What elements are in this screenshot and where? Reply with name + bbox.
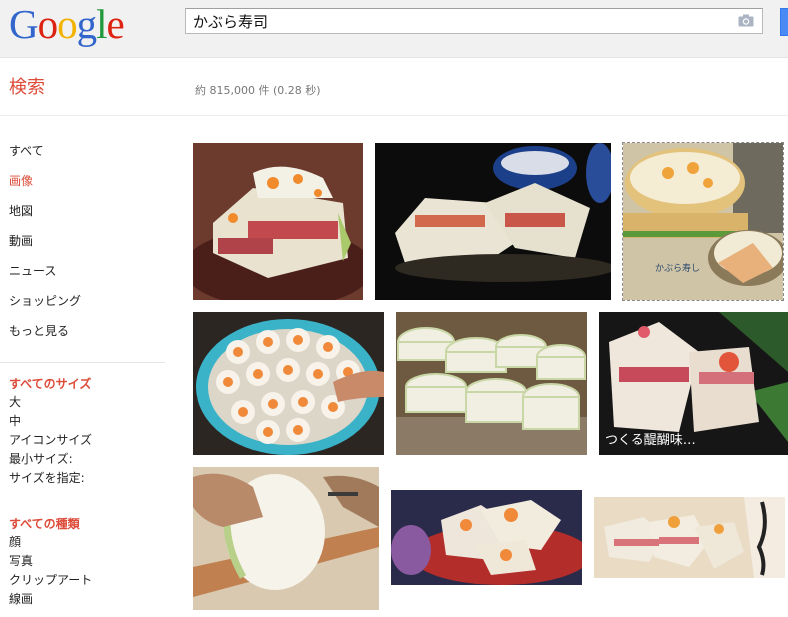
nav-item-more[interactable]: もっと見る xyxy=(9,322,81,352)
sidebar-divider xyxy=(0,362,165,363)
image-result[interactable] xyxy=(193,467,379,610)
size-option-large[interactable]: 大 xyxy=(9,393,92,412)
nav-item-all[interactable]: すべて xyxy=(9,142,81,172)
sushi-photo: かぶら寿し xyxy=(623,143,783,300)
image-result[interactable]: つくる醍醐味… xyxy=(599,312,788,455)
search-button[interactable] xyxy=(780,8,788,36)
sidebar-nav: すべて 画像 地図 動画 ニュース ショッピング もっと見る xyxy=(9,142,81,352)
header-bar: Google xyxy=(0,0,788,58)
sushi-photo xyxy=(375,143,611,300)
header-divider xyxy=(0,115,788,116)
type-option-clipart[interactable]: クリップアート xyxy=(9,571,92,590)
sushi-photo xyxy=(396,312,587,455)
sushi-photo: つくる醍醐味… xyxy=(599,312,788,455)
type-option-face[interactable]: 顔 xyxy=(9,533,92,552)
type-filter-heading[interactable]: すべての種類 xyxy=(9,515,92,533)
size-option-custom[interactable]: サイズを指定: xyxy=(9,469,92,488)
sushi-photo xyxy=(594,497,785,578)
size-filter: すべてのサイズ 大 中 アイコンサイズ 最小サイズ: サイズを指定: xyxy=(9,375,92,488)
logo-letter: o xyxy=(57,1,77,47)
logo-letter: o xyxy=(37,1,58,47)
calligraphy-text: かぶら寿し xyxy=(655,262,700,274)
size-option-medium[interactable]: 中 xyxy=(9,412,92,431)
sushi-photo xyxy=(193,467,379,610)
image-result[interactable] xyxy=(594,497,785,578)
sushi-photo xyxy=(193,312,384,455)
logo-letter: G xyxy=(9,1,39,47)
type-filter: すべての種類 顔 写真 クリップアート 線画 xyxy=(9,515,92,609)
camera-icon[interactable] xyxy=(738,14,754,27)
logo-letter: e xyxy=(106,1,125,47)
nav-item-news[interactable]: ニュース xyxy=(9,262,81,292)
logo-letter: g xyxy=(76,1,97,47)
size-option-icon[interactable]: アイコンサイズ xyxy=(9,431,92,450)
image-result[interactable]: かぶら寿し xyxy=(622,142,784,301)
nav-item-images[interactable]: 画像 xyxy=(9,172,81,202)
size-filter-heading[interactable]: すべてのサイズ xyxy=(9,375,92,393)
search-box xyxy=(185,8,763,34)
nav-item-shopping[interactable]: ショッピング xyxy=(9,292,81,322)
image-result[interactable] xyxy=(193,312,384,455)
image-result[interactable] xyxy=(391,490,582,585)
type-option-lineart[interactable]: 線画 xyxy=(9,590,92,609)
type-option-photo[interactable]: 写真 xyxy=(9,552,92,571)
image-result[interactable] xyxy=(375,143,611,300)
image-result[interactable] xyxy=(193,143,363,300)
search-input[interactable] xyxy=(193,12,713,30)
nav-item-videos[interactable]: 動画 xyxy=(9,232,81,262)
sushi-photo xyxy=(391,490,582,585)
image-result[interactable] xyxy=(396,312,587,455)
page-title: 検索 xyxy=(9,77,45,98)
logo-letter: l xyxy=(96,1,107,47)
size-option-min[interactable]: 最小サイズ: xyxy=(9,450,92,469)
google-logo[interactable]: Google xyxy=(9,1,125,47)
image-overlay-caption: つくる醍醐味… xyxy=(605,433,696,448)
sushi-photo xyxy=(193,143,363,300)
nav-item-maps[interactable]: 地図 xyxy=(9,202,81,232)
result-stats: 約 815,000 件 (0.28 秒) xyxy=(195,84,321,97)
